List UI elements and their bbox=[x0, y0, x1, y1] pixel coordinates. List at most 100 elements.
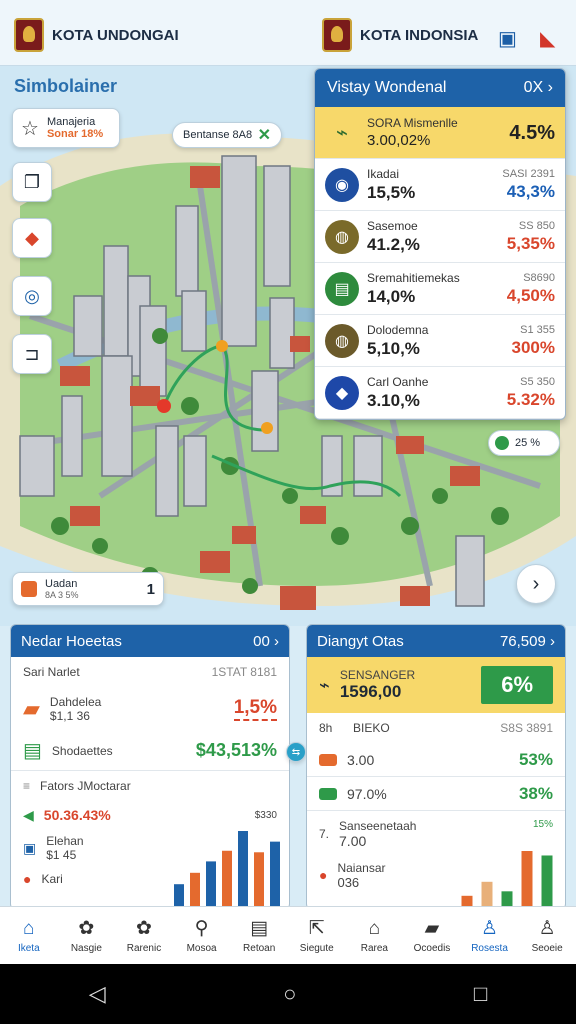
bar bbox=[270, 841, 280, 907]
stats-panel-header[interactable]: Vistay Wondenal 0X › bbox=[315, 69, 565, 107]
layers-tool-button[interactable]: ❐ bbox=[12, 162, 52, 202]
filter-icon: ≡ bbox=[23, 779, 31, 793]
layers-icon: ❐ bbox=[23, 171, 41, 192]
row-right-value: 5,35% bbox=[506, 233, 555, 253]
nav-item-5[interactable]: ⇱ Siegute bbox=[288, 907, 346, 964]
nav-item-2[interactable]: ✿ Rarenic bbox=[115, 907, 173, 964]
stats-panel-row[interactable]: ◍ Sasemoe 41.2,% SS 850 5,35% bbox=[315, 211, 565, 263]
stats-panel-highlight-row[interactable]: ⌁ SORA Mismenlle 3.00,02% 4.5% bbox=[315, 107, 565, 159]
ruler-icon: ⊐ bbox=[24, 343, 40, 364]
left-card-row-1[interactable]: ▰ Dahdelea $1,1 36 1,5% bbox=[11, 687, 289, 731]
nav-item-3[interactable]: ⚲ Mosoa bbox=[173, 907, 231, 964]
stats-panel-row[interactable]: ▤ Sremahitiemekas 14,0% S8690 4,50% bbox=[315, 263, 565, 315]
row-value: 3.10,% bbox=[367, 390, 420, 410]
row-right-value: 43,3% bbox=[506, 181, 555, 201]
calendar-icon[interactable]: ▣ bbox=[498, 26, 517, 51]
compass-tool-button[interactable]: ◎ bbox=[12, 276, 52, 316]
left-card-header[interactable]: Nedar Hoeetas 00 › bbox=[11, 625, 289, 657]
left-card-title: Nedar Hoeetas bbox=[21, 632, 122, 650]
home-circle-icon[interactable]: ○ bbox=[283, 981, 296, 1007]
link-icon[interactable]: ⇆ bbox=[286, 742, 306, 762]
chevron-right-icon: › bbox=[550, 632, 555, 650]
map-mini-card[interactable]: Uadan 8A 3 5% 1 bbox=[12, 572, 164, 606]
bar bbox=[206, 861, 216, 907]
map-location-chip[interactable]: Bentanse 8A8 ✕ bbox=[172, 122, 282, 148]
stats-panel-row[interactable]: ◍ Dolodemna 5,10,% S1 355 300% bbox=[315, 315, 565, 367]
row-right-top: SS 850 bbox=[518, 219, 555, 232]
emblem-icon bbox=[14, 18, 44, 52]
marker-icon bbox=[21, 581, 37, 597]
orange-tag-icon bbox=[319, 753, 337, 766]
nav-item-1[interactable]: ✿ Nasgie bbox=[58, 907, 116, 964]
right-row3-value: 7.00 bbox=[339, 833, 367, 849]
bottom-navigation: ⌂ Iketa ✿ Nasgie ✿ Rarenic ⚲ Mosoa ▤ Retoan ⇱ Siegu… bbox=[0, 906, 576, 964]
stats-panel-count: 0X bbox=[523, 79, 544, 96]
right-card-row-2[interactable]: 97.0% 38% bbox=[307, 777, 565, 811]
right-stats-card: Diangyt Otas 76,509 › ⌁ SENSANGER 1596,0… bbox=[306, 624, 566, 910]
left-card-count: 00 bbox=[253, 632, 270, 650]
nav-item-7[interactable]: ▰ Ocoedis bbox=[403, 907, 461, 964]
measure-tool-button[interactable]: ⊐ bbox=[12, 334, 52, 374]
header-brand-center[interactable]: KOTA INDONSIA bbox=[322, 18, 478, 52]
nav-label: Mosoa bbox=[186, 943, 217, 954]
right-card-count: 76,509 bbox=[499, 632, 546, 650]
export-icon: ⇱ bbox=[308, 918, 325, 939]
right-card-row-1[interactable]: 3.00 53% bbox=[307, 743, 565, 777]
back-icon[interactable]: ◁ bbox=[89, 981, 106, 1007]
trend-icon: ⌁ bbox=[335, 122, 349, 144]
row-avatar-icon: ◍ bbox=[325, 219, 359, 254]
left-head-right: 1STAT 8181 bbox=[211, 665, 277, 679]
right-card-header[interactable]: Diangyt Otas 76,509 › bbox=[307, 625, 565, 657]
system-navigation-bar: ◁ ○ □ bbox=[0, 964, 576, 1024]
nav-label: Ocoedis bbox=[413, 943, 451, 954]
chevron-right-icon: › bbox=[532, 572, 540, 595]
map-badge[interactable]: ☆ Manajeria Sonar 18% bbox=[12, 108, 120, 148]
app-screen: KOTA UNDONGAI KOTA INDONSIA ▣ ◣ Simbolai… bbox=[0, 0, 576, 964]
right-card-highlight[interactable]: ⌁ SENSANGER 1596,00 6% bbox=[307, 657, 565, 713]
stats-panel-row[interactable]: ◉ Ikadai 15,5% SASI 2391 43,3% bbox=[315, 159, 565, 211]
search-icon: ⚲ bbox=[194, 918, 209, 939]
right-bar-chart bbox=[461, 851, 553, 907]
row-right-value: 4,50% bbox=[506, 285, 555, 305]
right-row2-value: 97.0% bbox=[347, 785, 387, 802]
left-card-head-row: Sari Narlet 1STAT 8181 bbox=[11, 657, 289, 687]
nav-label: Retoan bbox=[243, 943, 276, 954]
nav-item-8[interactable]: ♙ Rosesta bbox=[461, 907, 519, 964]
map-chip-label: Bentanse 8A8 bbox=[183, 129, 253, 141]
location-pin-icon: ◆ bbox=[25, 227, 39, 248]
row-avatar-icon: ◉ bbox=[325, 167, 359, 202]
nav-item-9[interactable]: ♙ Seoeie bbox=[518, 907, 576, 964]
bar bbox=[174, 884, 184, 907]
user-active-icon: ♙ bbox=[481, 918, 499, 939]
notification-icon[interactable]: ◣ bbox=[540, 26, 555, 51]
map-green-pill[interactable]: 25 % bbox=[488, 430, 560, 456]
nav-item-4[interactable]: ▤ Retoan bbox=[230, 907, 288, 964]
pin-tool-button[interactable]: ◆ bbox=[12, 218, 52, 258]
nav-label: Siegute bbox=[299, 943, 334, 954]
left-card-row-4[interactable]: ◀ 50.36.43% $330 bbox=[11, 801, 289, 829]
left-card-row-3[interactable]: ≡ Fators JMoctarar bbox=[11, 771, 289, 801]
left-row4-value: 50.36.43% bbox=[43, 807, 111, 823]
close-icon[interactable]: ✕ bbox=[258, 125, 271, 145]
chart-icon: ▣ bbox=[23, 839, 37, 856]
map-next-button[interactable]: › bbox=[516, 564, 556, 604]
left-card-row-2[interactable]: ▤ Shodaettes $43,513% bbox=[11, 731, 289, 771]
row-avatar-icon: ▤ bbox=[325, 271, 359, 306]
left-row6-label: Kari bbox=[41, 872, 63, 886]
row-value: 41.2,% bbox=[367, 234, 420, 254]
row-right-value: 300% bbox=[511, 337, 555, 357]
nav-item-0[interactable]: ⌂ Iketa bbox=[0, 907, 58, 964]
recent-apps-icon[interactable]: □ bbox=[474, 981, 487, 1007]
row-right-top: S5 350 bbox=[520, 375, 555, 388]
nav-item-6[interactable]: ⌂ Rarea bbox=[346, 907, 404, 964]
stats-panel-row[interactable]: ◆ Carl Oanhe 3.10,% S5 350 5.32% bbox=[315, 367, 565, 419]
map-title: Simbolainer bbox=[14, 76, 118, 96]
right-top-badge: 6% bbox=[481, 666, 553, 704]
mini-card-title: Uadan bbox=[45, 578, 78, 590]
stats-panel-title-right: 0X › bbox=[524, 79, 553, 97]
right-row2-right: 38% bbox=[518, 783, 553, 803]
header-brand-left[interactable]: KOTA UNDONGAI bbox=[14, 18, 179, 52]
right-card-head-row: 8h BIEKO S8S 3891 bbox=[307, 713, 565, 743]
green-pill-value: 25 % bbox=[515, 437, 541, 449]
mini-card-sub: 8A 3 5% bbox=[45, 590, 79, 600]
